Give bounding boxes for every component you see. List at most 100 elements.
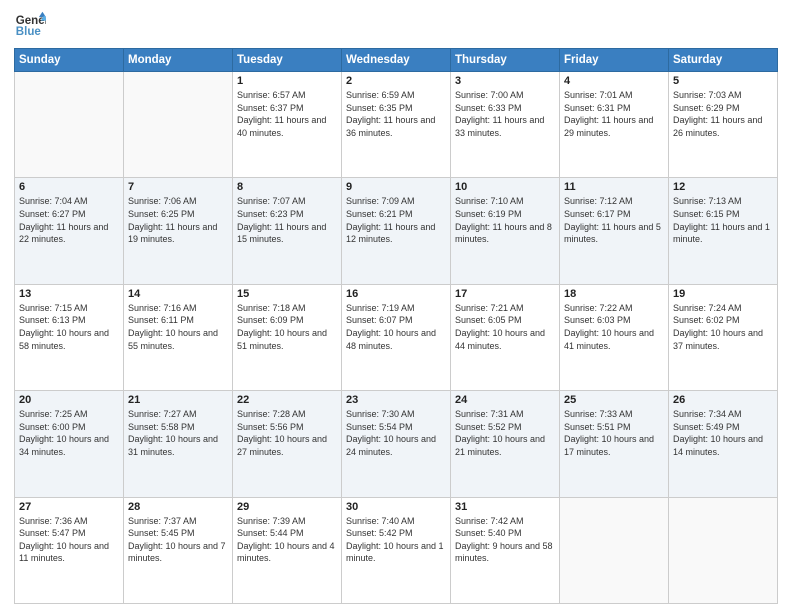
calendar-cell: 12Sunrise: 7:13 AM Sunset: 6:15 PM Dayli… <box>669 178 778 284</box>
calendar-cell: 18Sunrise: 7:22 AM Sunset: 6:03 PM Dayli… <box>560 284 669 390</box>
calendar-body: 1Sunrise: 6:57 AM Sunset: 6:37 PM Daylig… <box>15 72 778 604</box>
calendar-week-row: 6 Sunrise: 7:04 AM Sunset: 6:27 PM Daylig… <box>15 178 778 284</box>
day-number: 24 <box>455 394 555 406</box>
day-number: 28 <box>128 501 228 513</box>
day-info: Sunrise: 7:01 AM Sunset: 6:31 PM Dayligh… <box>564 89 664 139</box>
calendar-cell: 7 Sunrise: 7:06 AM Sunset: 6:25 PM Daylig… <box>124 178 233 284</box>
day-number: 27 <box>19 501 119 513</box>
day-info: Sunrise: 7:10 AM Sunset: 6:19 PM Dayligh… <box>455 195 555 245</box>
day-info: Sunrise: 7:39 AM Sunset: 5:44 PM Dayligh… <box>237 515 337 565</box>
logo-icon: General Blue <box>14 10 46 42</box>
calendar-cell: 6 Sunrise: 7:04 AM Sunset: 6:27 PM Daylig… <box>15 178 124 284</box>
calendar-cell: 4 Sunrise: 7:01 AM Sunset: 6:31 PM Daylig… <box>560 72 669 178</box>
day-info: Sunrise: 7:18 AM Sunset: 6:09 PM Dayligh… <box>237 302 337 352</box>
day-number: 8 <box>237 181 337 193</box>
calendar-week-row: 27Sunrise: 7:36 AM Sunset: 5:47 PM Dayli… <box>15 497 778 603</box>
calendar-cell: 11 Sunrise: 7:12 AM Sunset: 6:17 PM Dayli… <box>560 178 669 284</box>
day-number: 10 <box>455 181 555 193</box>
logo: General Blue <box>14 10 48 42</box>
calendar-cell: 20 Sunrise: 7:25 AM Sunset: 6:00 PM Dayli… <box>15 391 124 497</box>
day-number: 11 <box>564 181 664 193</box>
day-number: 20 <box>19 394 119 406</box>
day-number: 17 <box>455 288 555 300</box>
calendar-cell: 24Sunrise: 7:31 AM Sunset: 5:52 PM Dayli… <box>451 391 560 497</box>
calendar-cell: 2 Sunrise: 6:59 AM Sunset: 6:35 PM Daylig… <box>342 72 451 178</box>
day-info: Sunrise: 6:59 AM Sunset: 6:35 PM Dayligh… <box>346 89 446 139</box>
day-number: 15 <box>237 288 337 300</box>
day-number: 22 <box>237 394 337 406</box>
day-number: 2 <box>346 75 446 87</box>
day-number: 14 <box>128 288 228 300</box>
day-number: 21 <box>128 394 228 406</box>
day-info: Sunrise: 7:16 AM Sunset: 6:11 PM Dayligh… <box>128 302 228 352</box>
day-number: 23 <box>346 394 446 406</box>
calendar-cell: 19 Sunrise: 7:24 AM Sunset: 6:02 PM Dayli… <box>669 284 778 390</box>
page: General Blue SundayMondayTuesdayWednesda… <box>0 0 792 612</box>
calendar-cell: 31 Sunrise: 7:42 AM Sunset: 5:40 PM Dayli… <box>451 497 560 603</box>
day-number: 4 <box>564 75 664 87</box>
day-info: Sunrise: 7:09 AM Sunset: 6:21 PM Dayligh… <box>346 195 446 245</box>
calendar-cell: 16Sunrise: 7:19 AM Sunset: 6:07 PM Dayli… <box>342 284 451 390</box>
day-info: Sunrise: 7:24 AM Sunset: 6:02 PM Dayligh… <box>673 302 773 352</box>
calendar-cell: 22 Sunrise: 7:28 AM Sunset: 5:56 PM Dayli… <box>233 391 342 497</box>
day-info: Sunrise: 7:00 AM Sunset: 6:33 PM Dayligh… <box>455 89 555 139</box>
day-number: 25 <box>564 394 664 406</box>
day-number: 19 <box>673 288 773 300</box>
day-number: 13 <box>19 288 119 300</box>
day-number: 3 <box>455 75 555 87</box>
day-number: 29 <box>237 501 337 513</box>
day-info: Sunrise: 7:15 AM Sunset: 6:13 PM Dayligh… <box>19 302 119 352</box>
calendar-cell: 3 Sunrise: 7:00 AM Sunset: 6:33 PM Daylig… <box>451 72 560 178</box>
day-number: 26 <box>673 394 773 406</box>
calendar-cell: 14 Sunrise: 7:16 AM Sunset: 6:11 PM Dayli… <box>124 284 233 390</box>
calendar-cell: 27Sunrise: 7:36 AM Sunset: 5:47 PM Dayli… <box>15 497 124 603</box>
day-info: Sunrise: 7:40 AM Sunset: 5:42 PM Dayligh… <box>346 515 446 565</box>
weekday-header-cell: Wednesday <box>342 49 451 72</box>
weekday-header-cell: Sunday <box>15 49 124 72</box>
header: General Blue <box>14 10 778 42</box>
day-number: 31 <box>455 501 555 513</box>
day-number: 30 <box>346 501 446 513</box>
calendar-cell: 13 Sunrise: 7:15 AM Sunset: 6:13 PM Dayli… <box>15 284 124 390</box>
weekday-header-cell: Saturday <box>669 49 778 72</box>
day-info: Sunrise: 7:25 AM Sunset: 6:00 PM Dayligh… <box>19 408 119 458</box>
calendar-cell <box>560 497 669 603</box>
weekday-header-cell: Friday <box>560 49 669 72</box>
day-number: 5 <box>673 75 773 87</box>
calendar-cell: 29 Sunrise: 7:39 AM Sunset: 5:44 PM Dayli… <box>233 497 342 603</box>
calendar-cell: 15 Sunrise: 7:18 AM Sunset: 6:09 PM Dayli… <box>233 284 342 390</box>
svg-text:Blue: Blue <box>16 26 42 38</box>
calendar-cell: 23Sunrise: 7:30 AM Sunset: 5:54 PM Dayli… <box>342 391 451 497</box>
day-number: 9 <box>346 181 446 193</box>
calendar-cell: 28Sunrise: 7:37 AM Sunset: 5:45 PM Dayli… <box>124 497 233 603</box>
calendar-cell <box>15 72 124 178</box>
calendar-cell <box>669 497 778 603</box>
calendar-table: SundayMondayTuesdayWednesdayThursdayFrid… <box>14 48 778 604</box>
calendar-cell: 26 Sunrise: 7:34 AM Sunset: 5:49 PM Dayli… <box>669 391 778 497</box>
day-info: Sunrise: 7:34 AM Sunset: 5:49 PM Dayligh… <box>673 408 773 458</box>
weekday-header-cell: Monday <box>124 49 233 72</box>
day-number: 18 <box>564 288 664 300</box>
calendar-cell: 25Sunrise: 7:33 AM Sunset: 5:51 PM Dayli… <box>560 391 669 497</box>
calendar-cell: 10 Sunrise: 7:10 AM Sunset: 6:19 PM Dayli… <box>451 178 560 284</box>
calendar-cell: 8 Sunrise: 7:07 AM Sunset: 6:23 PM Daylig… <box>233 178 342 284</box>
day-number: 6 <box>19 181 119 193</box>
day-info: Sunrise: 7:04 AM Sunset: 6:27 PM Dayligh… <box>19 195 119 245</box>
day-info: Sunrise: 7:28 AM Sunset: 5:56 PM Dayligh… <box>237 408 337 458</box>
weekday-header-cell: Thursday <box>451 49 560 72</box>
day-info: Sunrise: 7:12 AM Sunset: 6:17 PM Dayligh… <box>564 195 664 245</box>
calendar-cell: 17Sunrise: 7:21 AM Sunset: 6:05 PM Dayli… <box>451 284 560 390</box>
day-info: Sunrise: 7:06 AM Sunset: 6:25 PM Dayligh… <box>128 195 228 245</box>
calendar-cell: 5 Sunrise: 7:03 AM Sunset: 6:29 PM Daylig… <box>669 72 778 178</box>
day-info: Sunrise: 7:13 AM Sunset: 6:15 PM Dayligh… <box>673 195 773 245</box>
day-number: 16 <box>346 288 446 300</box>
day-number: 1 <box>237 75 337 87</box>
calendar-week-row: 1Sunrise: 6:57 AM Sunset: 6:37 PM Daylig… <box>15 72 778 178</box>
calendar-cell: 21 Sunrise: 7:27 AM Sunset: 5:58 PM Dayli… <box>124 391 233 497</box>
day-info: Sunrise: 7:27 AM Sunset: 5:58 PM Dayligh… <box>128 408 228 458</box>
calendar-cell <box>124 72 233 178</box>
day-info: Sunrise: 7:42 AM Sunset: 5:40 PM Dayligh… <box>455 515 555 565</box>
day-info: Sunrise: 7:03 AM Sunset: 6:29 PM Dayligh… <box>673 89 773 139</box>
day-number: 7 <box>128 181 228 193</box>
day-info: Sunrise: 7:07 AM Sunset: 6:23 PM Dayligh… <box>237 195 337 245</box>
